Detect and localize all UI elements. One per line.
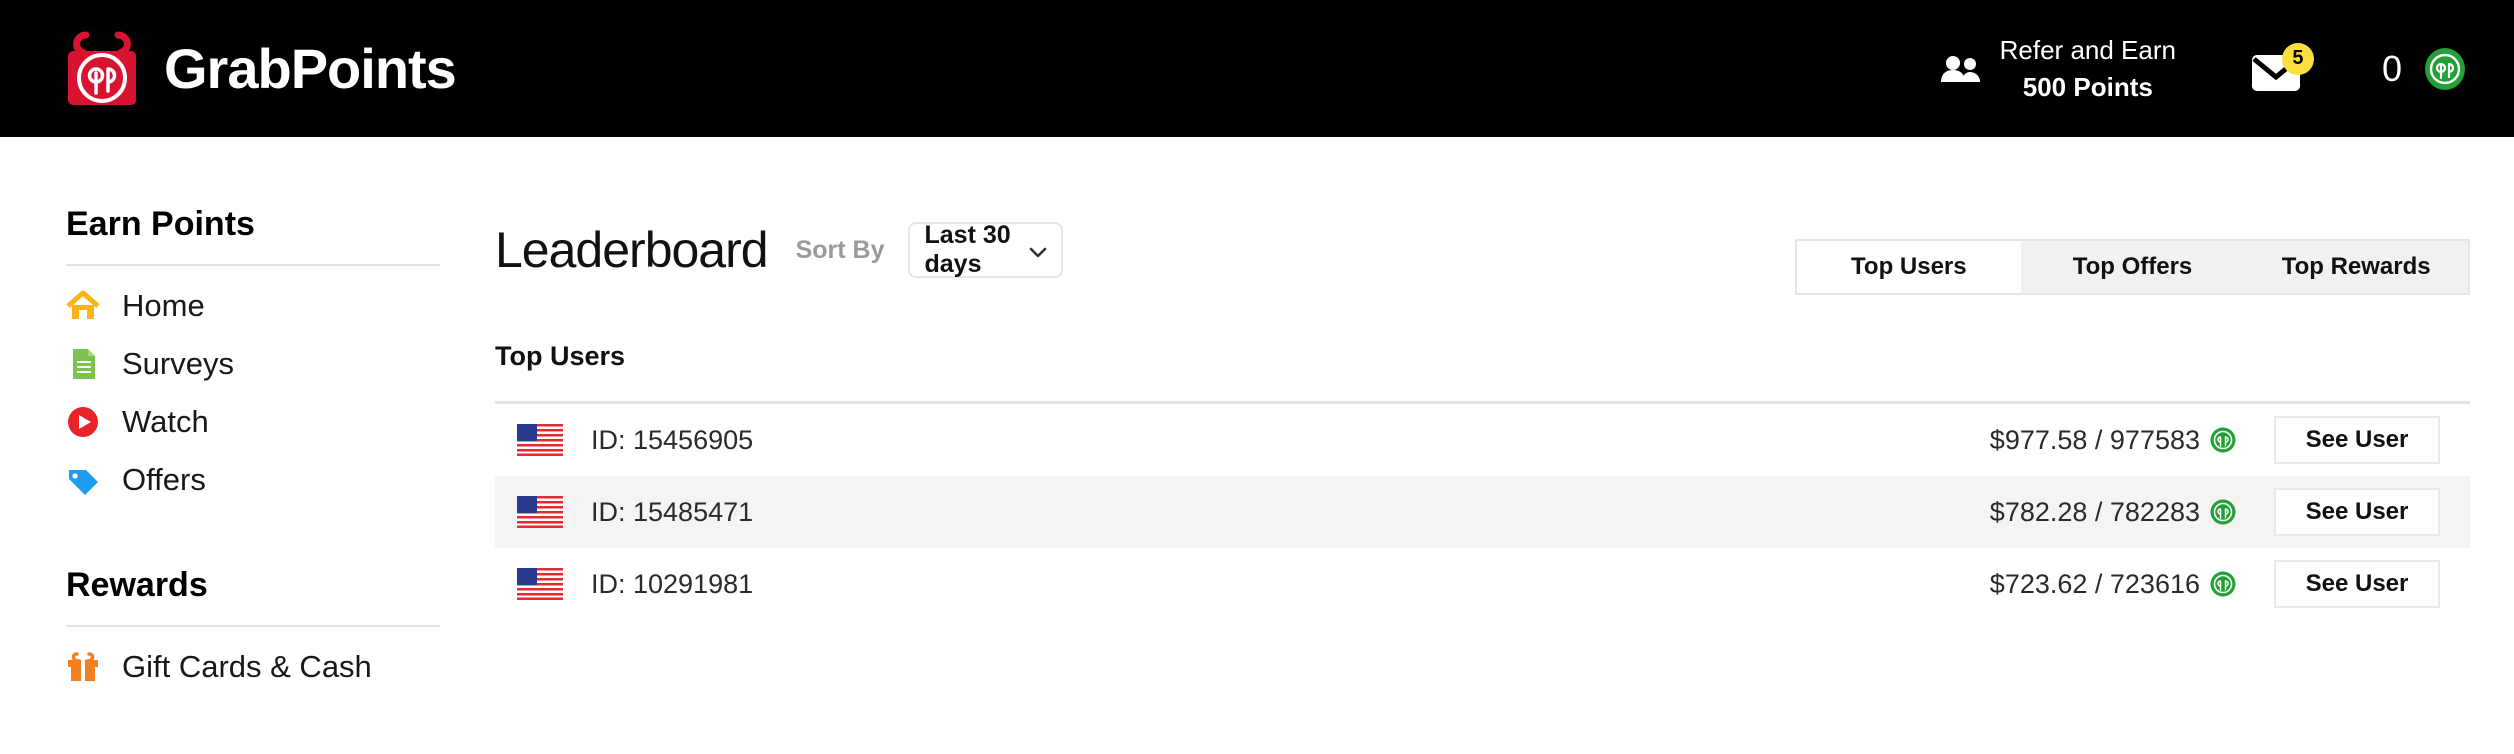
sidebar-item-surveys[interactable]: Surveys (66, 346, 470, 382)
play-circle-icon (66, 405, 100, 439)
us-flag-icon (517, 496, 563, 528)
sidebar-divider (66, 264, 440, 266)
page-title: Leaderboard (495, 222, 769, 278)
brand-name: GrabPoints (164, 36, 457, 100)
home-icon (66, 289, 100, 323)
gift-box-gp-logo-icon (62, 29, 142, 109)
header-right-cluster: Refer and Earn 500 Points 5 0 (1940, 32, 2466, 106)
sidebar-item-label: Offers (122, 462, 206, 497)
sidebar-item-label: Gift Cards & Cash (122, 649, 372, 684)
user-id: ID: 15485471 (591, 496, 754, 527)
tab-top-users[interactable]: Top Users (1797, 241, 2021, 293)
tag-icon (66, 463, 100, 497)
leaderboard-tabs: Top Users Top Offers Top Rewards (1795, 239, 2470, 295)
see-user-button[interactable]: See User (2274, 560, 2440, 608)
user-id: ID: 15456905 (591, 424, 754, 455)
sort-by-label: Sort By (795, 235, 885, 264)
sidebar-section-title-earn-points: Earn Points (66, 205, 255, 243)
tab-top-rewards[interactable]: Top Rewards (2244, 241, 2468, 293)
refer-and-earn-link[interactable]: Refer and Earn 500 Points (1940, 32, 2176, 106)
table-row[interactable]: ID: 15456905 $977.58 / 977583 See User (495, 404, 2470, 476)
sidebar-item-gift-cards-cash[interactable]: Gift Cards & Cash (66, 649, 470, 685)
sidebar-item-label: Watch (122, 404, 209, 439)
see-user-button[interactable]: See User (2274, 488, 2440, 536)
row-right-cluster: $723.62 / 723616 See User (1990, 560, 2440, 608)
top-header-bar: GrabPoints Refer and Earn 500 Points 5 0 (0, 0, 2514, 137)
sidebar: Earn Points Home Surveys Watch Offers Re… (0, 137, 470, 685)
main-content: Leaderboard Sort By Last 30 days Top Use… (495, 137, 2470, 620)
brand-logo-link[interactable]: GrabPoints (62, 29, 457, 109)
people-icon (1940, 52, 1982, 86)
messages-badge-count: 5 (2281, 42, 2314, 75)
sidebar-section-title-rewards: Rewards (66, 566, 208, 604)
sidebar-item-watch[interactable]: Watch (66, 404, 470, 440)
sidebar-item-home[interactable]: Home (66, 288, 470, 324)
us-flag-icon (517, 568, 563, 600)
sort-by-value: Last 30 days (924, 221, 1011, 278)
sidebar-divider (66, 625, 440, 627)
gp-coin-icon (2210, 499, 2236, 525)
leaderboard-header: Leaderboard Sort By Last 30 days Top Use… (495, 221, 2470, 295)
tab-top-offers[interactable]: Top Offers (2021, 241, 2245, 293)
sort-by-dropdown[interactable]: Last 30 days (908, 221, 1064, 278)
sidebar-item-offers[interactable]: Offers (66, 462, 470, 498)
refer-title: Refer and Earn (1999, 34, 2176, 65)
refer-and-earn-text: Refer and Earn 500 Points (2000, 32, 2176, 106)
section-heading-top-users: Top Users (495, 341, 626, 371)
sidebar-item-label: Surveys (122, 346, 234, 381)
user-amount: $977.58 / 977583 (1989, 424, 2200, 455)
table-row[interactable]: ID: 10291981 $723.62 / 723616 See User (495, 548, 2470, 620)
gift-icon (66, 650, 100, 684)
messages-button[interactable]: 5 (2251, 42, 2314, 95)
user-amount: $782.28 / 782283 (1989, 496, 2200, 527)
see-user-button[interactable]: See User (2274, 416, 2440, 464)
table-row[interactable]: ID: 15485471 $782.28 / 782283 See User (495, 476, 2470, 548)
document-icon (66, 347, 100, 381)
gp-coin-icon (2424, 47, 2466, 90)
gp-coin-icon (2210, 571, 2236, 597)
user-id: ID: 10291981 (591, 568, 754, 599)
points-balance: 0 (2381, 47, 2402, 89)
us-flag-icon (517, 424, 563, 456)
row-right-cluster: $782.28 / 782283 See User (1990, 488, 2440, 536)
user-amount: $723.62 / 723616 (1989, 568, 2200, 599)
sidebar-item-label: Home (122, 288, 205, 323)
row-right-cluster: $977.58 / 977583 See User (1990, 416, 2440, 464)
gp-coin-icon (2210, 427, 2236, 453)
refer-points: 500 Points (2022, 71, 2153, 102)
chevron-down-icon (1029, 245, 1047, 257)
